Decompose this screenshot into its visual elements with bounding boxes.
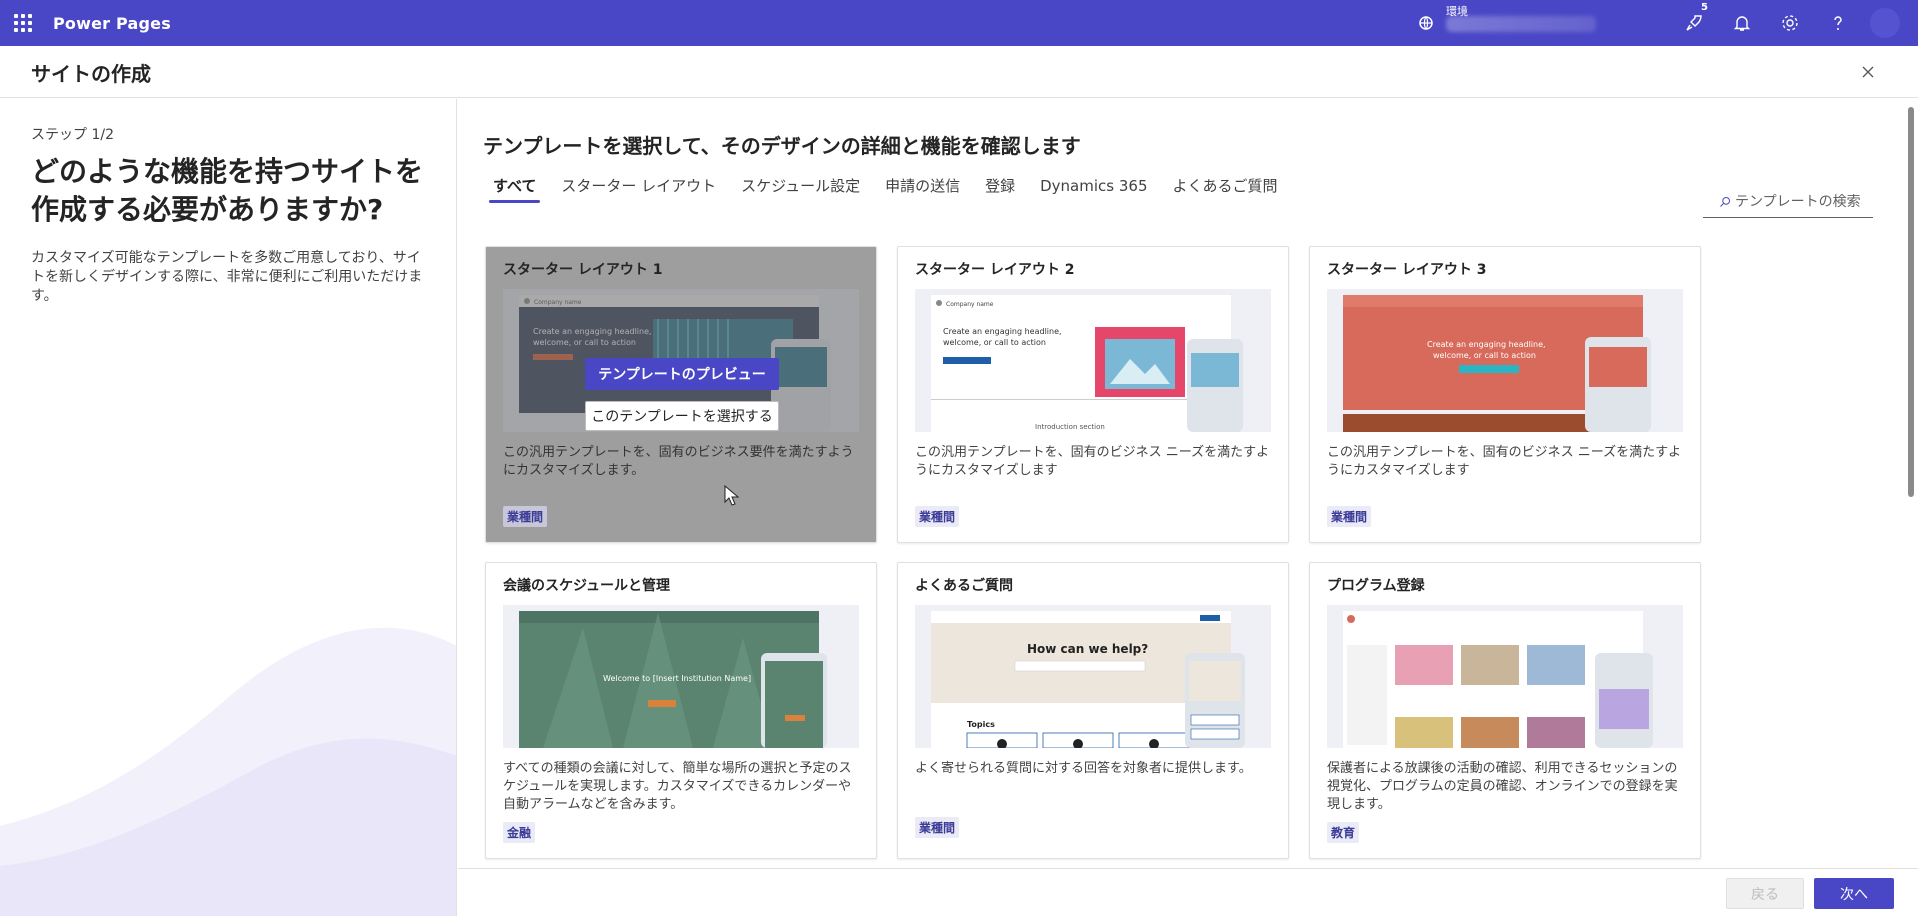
thumb-topics-label: Topics xyxy=(967,720,995,729)
step-description: カスタマイズ可能なテンプレートを多数ご用意しており、サイトを新しくデザインする際… xyxy=(31,250,423,304)
thumb-institution-welcome: Welcome to [Insert Institution Name] xyxy=(603,674,751,683)
template-thumbnail xyxy=(1327,605,1683,748)
environment-icon xyxy=(1419,16,1433,30)
card-description: この汎用テンプレートを、固有のビジネス ニーズを満たすようにカスタマイズします xyxy=(915,445,1270,478)
rocket-icon xyxy=(1686,15,1702,31)
card-description: この汎用テンプレートを、固有のビジネス ニーズを満たすようにカスタマイズします xyxy=(1327,445,1682,478)
card-tag: 業種間 xyxy=(1327,506,1372,527)
avatar[interactable] xyxy=(1870,8,1900,38)
help-button[interactable] xyxy=(1814,0,1862,46)
svg-text:Create an engaging headline,: Create an engaging headline, xyxy=(943,327,1062,336)
template-thumbnail: Company name Create an engaging headline… xyxy=(915,289,1271,432)
template-thumbnail: Company name Create an engaging headline… xyxy=(503,289,859,432)
template-gallery: テンプレートを選択して、そのデザインの詳細と機能を確認します すべて スターター… xyxy=(458,99,1918,868)
step-question: どのような機能を持つサイトを作成する必要がありますか? xyxy=(31,155,424,226)
environment-name-redacted xyxy=(1446,16,1596,32)
search-icon xyxy=(1720,196,1730,207)
card-description: よく寄せられる質問に対する回答を対象者に提供します。 xyxy=(915,761,1252,776)
tab-registration[interactable]: 登録 xyxy=(975,173,1025,207)
template-thumbnail: Create an engaging headline, welcome, or… xyxy=(1327,289,1683,432)
gear-icon xyxy=(1782,15,1798,31)
gallery-heading: テンプレートを選択して、そのデザインの詳細と機能を確認します xyxy=(483,134,1081,158)
mouse-cursor-icon xyxy=(724,485,740,506)
preview-template-button[interactable]: テンプレートのプレビュー xyxy=(585,358,779,390)
tab-starter-layout[interactable]: スターター レイアウト xyxy=(551,173,726,207)
notifications-feed-button[interactable]: 5 xyxy=(1670,0,1718,46)
svg-text:Create an engaging headline,: Create an engaging headline, xyxy=(1427,340,1546,349)
template-card[interactable]: スターター レイアウト 2 Company name Create an eng… xyxy=(897,246,1289,543)
tab-all[interactable]: すべて xyxy=(483,173,546,207)
card-title: スターター レイアウト 2 xyxy=(915,262,1075,278)
template-card[interactable]: 会議のスケジュールと管理 Welcome to [Insert Institut… xyxy=(485,562,877,859)
page-title: サイトの作成 xyxy=(31,62,151,86)
card-title: よくあるご質問 xyxy=(915,578,1013,594)
top-bar: Power Pages 環境 5 xyxy=(0,0,1918,46)
template-thumbnail: How can we help? Topics xyxy=(915,605,1271,748)
template-card[interactable]: スターター レイアウト 1 Company name Create an eng… xyxy=(485,246,877,543)
card-description: 保護者による放課後の活動の確認、利用できるセッションの視覚化、プログラムの定員の… xyxy=(1327,761,1678,812)
card-title: プログラム登録 xyxy=(1327,578,1425,594)
app-launcher-icon[interactable] xyxy=(12,12,34,34)
template-card[interactable]: よくあるご質問 How can we help? Topics よく寄せられる質… xyxy=(897,562,1289,859)
environment-picker[interactable]: 環境 xyxy=(1446,0,1646,46)
search-input[interactable] xyxy=(1735,193,1873,210)
card-description: すべての種類の会議に対して、簡単な場所の選択と予定のスケジュールを実現します。カ… xyxy=(503,761,852,812)
back-button[interactable]: 戻る xyxy=(1726,878,1804,909)
card-tag: 教育 xyxy=(1327,822,1360,843)
template-card[interactable]: プログラム登録 保護者による放課後の活動の確認、利用できるセッションの視覚化、プ… xyxy=(1309,562,1701,859)
card-tag: 業種間 xyxy=(915,817,960,838)
template-card[interactable]: スターター レイアウト 3 Create an engaging headlin… xyxy=(1309,246,1701,543)
next-button[interactable]: 次へ xyxy=(1814,878,1894,909)
close-icon xyxy=(1862,66,1874,78)
thumb-company-name-2: Company name xyxy=(946,301,994,308)
template-search[interactable] xyxy=(1703,186,1873,218)
card-title: 会議のスケジュールと管理 xyxy=(503,578,671,594)
card-title: スターター レイアウト 3 xyxy=(1327,262,1487,278)
settings-button[interactable] xyxy=(1766,0,1814,46)
category-tabs: すべて スターター レイアウト スケジュール設定 申請の送信 登録 Dynami… xyxy=(483,173,1293,207)
card-tag: 業種間 xyxy=(503,506,548,527)
svg-text:welcome, or call to action: welcome, or call to action xyxy=(943,338,1046,347)
select-template-button[interactable]: このテンプレートを選択する xyxy=(585,401,779,431)
tab-faq[interactable]: よくあるご質問 xyxy=(1163,173,1288,207)
card-description: この汎用テンプレートを、固有のビジネス要件を満たすようにカスタマイズします。 xyxy=(503,445,854,478)
bell-button[interactable] xyxy=(1718,0,1766,46)
close-button[interactable] xyxy=(1858,62,1878,82)
step-indicator: ステップ 1/2 xyxy=(31,127,114,143)
tab-application-submission[interactable]: 申請の送信 xyxy=(875,173,970,207)
card-tag: 業種間 xyxy=(915,506,960,527)
card-title: スターター レイアウト 1 xyxy=(503,262,663,278)
svg-text:welcome, or call to action: welcome, or call to action xyxy=(1433,351,1536,360)
app-name[interactable]: Power Pages xyxy=(53,14,171,33)
card-tag: 金融 xyxy=(503,822,536,843)
bell-icon xyxy=(1733,16,1751,31)
decorative-wave xyxy=(0,627,456,916)
notification-badge: 5 xyxy=(1701,2,1708,13)
page-header: サイトの作成 xyxy=(0,46,1918,98)
tab-scheduling[interactable]: スケジュール設定 xyxy=(731,173,870,207)
scrollbar[interactable] xyxy=(1908,107,1914,497)
question-mark-icon xyxy=(1834,16,1842,30)
template-thumbnail: Welcome to [Insert Institution Name] xyxy=(503,605,859,748)
thumb-help-heading: How can we help? xyxy=(1027,642,1148,656)
thumb-intro-section: Introduction section xyxy=(1035,423,1105,431)
left-panel: ステップ 1/2 どのような機能を持つサイトを作成する必要がありますか? カスタ… xyxy=(0,99,457,916)
wizard-footer: 戻る 次へ xyxy=(458,868,1918,916)
tab-dynamics-365[interactable]: Dynamics 365 xyxy=(1030,173,1157,207)
